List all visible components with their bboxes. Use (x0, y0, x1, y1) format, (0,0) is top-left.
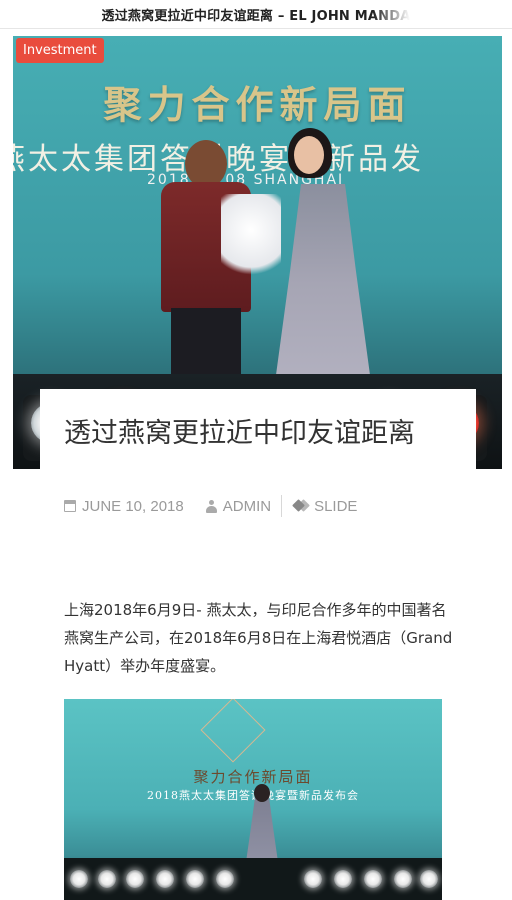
post-meta: JUNE 10, 2018 ADMIN SLIDE (64, 494, 357, 518)
tags-icon (294, 500, 308, 512)
article-image[interactable]: 聚力合作新局面 2018燕太太集团答谢晚宴暨新品发布会 (64, 699, 442, 900)
post-date[interactable]: JUNE 10, 2018 (64, 498, 184, 515)
calendar-icon (64, 500, 76, 512)
post-category-text: SLIDE (314, 497, 358, 515)
hero-screen-title: 聚力合作新局面 (103, 82, 412, 127)
stage-light (70, 870, 88, 888)
article-image-title: 聚力合作新局面 (193, 768, 313, 786)
article-image-stage (64, 858, 442, 900)
stage-light (394, 870, 412, 888)
post-category[interactable]: SLIDE (294, 498, 357, 515)
top-title-bar: 透过燕窝更拉近中印友谊距离 – EL JOHN MANDA (0, 0, 512, 29)
post-paragraph: 上海2018年6月9日- 燕太太，与印尼合作多年的中国著名燕窝生产公司，在201… (64, 601, 453, 675)
stage-light (98, 870, 116, 888)
user-icon (205, 499, 217, 513)
post-author-text: ADMIN (222, 497, 272, 515)
post-author[interactable]: ADMIN (205, 497, 272, 515)
post-date-text: JUNE 10, 2018 (82, 497, 184, 515)
category-badge[interactable]: Investment (16, 38, 104, 63)
stage-light (334, 870, 352, 888)
stage-light (126, 870, 144, 888)
stage-light (420, 870, 438, 888)
stage-light (364, 870, 382, 888)
post-title[interactable]: 透过燕窝更拉近中印友谊距离 (64, 416, 444, 452)
stage-light (304, 870, 322, 888)
stage-light (156, 870, 174, 888)
meta-divider (281, 495, 283, 517)
stage-light (216, 870, 234, 888)
page-title: 透过燕窝更拉近中印友谊距离 – EL JOHN MANDA (101, 8, 411, 24)
stage-light (186, 870, 204, 888)
brand-logo (200, 699, 266, 763)
article-image-subtitle: 2018燕太太集团答谢晚宴暨新品发布会 (147, 789, 359, 802)
